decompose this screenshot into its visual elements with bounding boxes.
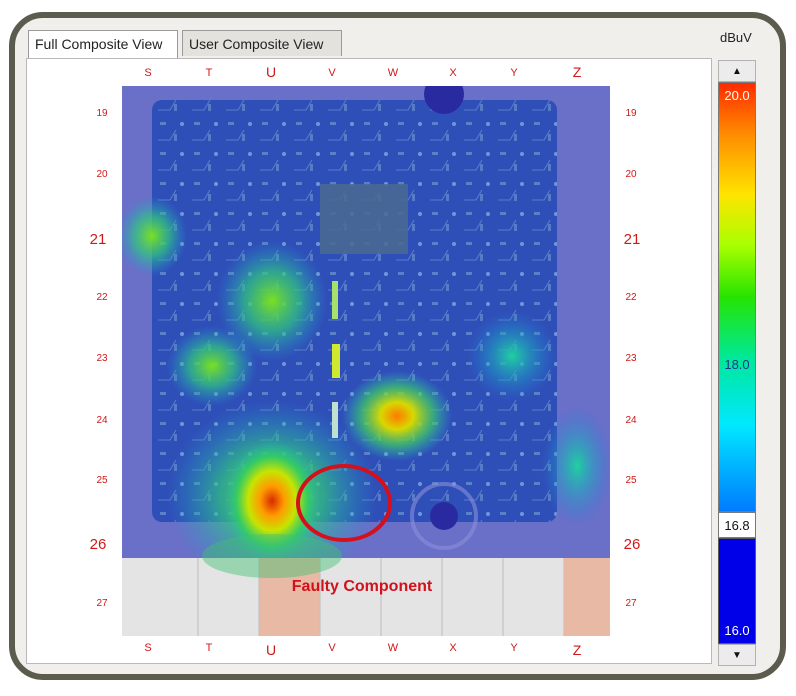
row-label-24: 24 (96, 415, 108, 426)
up-arrow-icon: ▲ (732, 65, 742, 77)
row-label-20: 20 (625, 169, 637, 180)
row-label-25: 25 (625, 475, 637, 486)
tile-highlight-z (564, 558, 610, 636)
row-label-19: 19 (96, 108, 108, 119)
scale-threshold-label: 16.8 (724, 518, 750, 533)
row-label-26: 26 (89, 536, 107, 553)
scroll-up-button[interactable]: ▲ (718, 60, 756, 82)
column-label-s: S (144, 67, 152, 79)
scale-max-label: 20.0 (724, 88, 750, 103)
column-label-z: Z (572, 642, 582, 658)
unit-label: dBuV (720, 30, 752, 45)
column-label-y: Y (510, 642, 518, 654)
row-label-24: 24 (625, 415, 637, 426)
hotspot-w24 (342, 371, 452, 461)
row-label-27: 27 (625, 598, 637, 609)
trace-segment (332, 402, 338, 438)
column-label-z: Z (572, 64, 582, 80)
scale-mid-label: 18.0 (724, 357, 750, 372)
column-label-u: U (265, 64, 277, 80)
down-arrow-icon: ▼ (732, 649, 742, 661)
trace-segment (332, 281, 338, 319)
column-label-t: T (205, 642, 213, 654)
column-label-s: S (144, 642, 152, 654)
mounting-hole-bottom (430, 502, 458, 530)
heat-zone-z25 (542, 406, 610, 526)
row-label-22: 22 (96, 292, 108, 303)
emission-heatmap[interactable]: Faulty Component (122, 86, 610, 636)
trace-segment (332, 344, 340, 378)
column-label-w: W (387, 67, 399, 79)
ic-chip (320, 184, 408, 254)
row-label-21: 21 (623, 231, 641, 248)
column-label-w: W (387, 642, 399, 654)
column-label-u: U (265, 642, 277, 658)
column-label-x: X (449, 67, 457, 79)
faulty-component-label: Faulty Component (292, 578, 433, 595)
row-label-22: 22 (625, 292, 637, 303)
row-label-25: 25 (96, 475, 108, 486)
row-label-23: 23 (96, 353, 108, 364)
color-scale-gradient (718, 82, 756, 512)
row-label-19: 19 (625, 108, 637, 119)
column-label-y: Y (510, 67, 518, 79)
row-label-21: 21 (89, 231, 107, 248)
scale-min-label: 16.0 (724, 623, 750, 638)
row-label-20: 20 (96, 169, 108, 180)
column-label-t: T (205, 67, 213, 79)
column-label-v: V (328, 67, 336, 79)
scroll-down-button[interactable]: ▼ (718, 644, 756, 666)
tab-user-composite-view[interactable]: User Composite View (182, 30, 342, 56)
heat-zone-y23 (467, 311, 557, 401)
row-label-23: 23 (625, 353, 637, 364)
heat-fade (202, 534, 342, 578)
heat-zone-t23 (167, 326, 257, 406)
bench-strip (122, 558, 610, 636)
row-label-26: 26 (623, 536, 641, 553)
column-label-v: V (328, 642, 336, 654)
colorbar-panel: ▲ 20.0 18.0 16.8 16.0 ▼ (712, 60, 762, 666)
tab-full-composite-view[interactable]: Full Composite View (28, 30, 178, 58)
row-label-27: 27 (96, 598, 108, 609)
column-label-x: X (449, 642, 457, 654)
